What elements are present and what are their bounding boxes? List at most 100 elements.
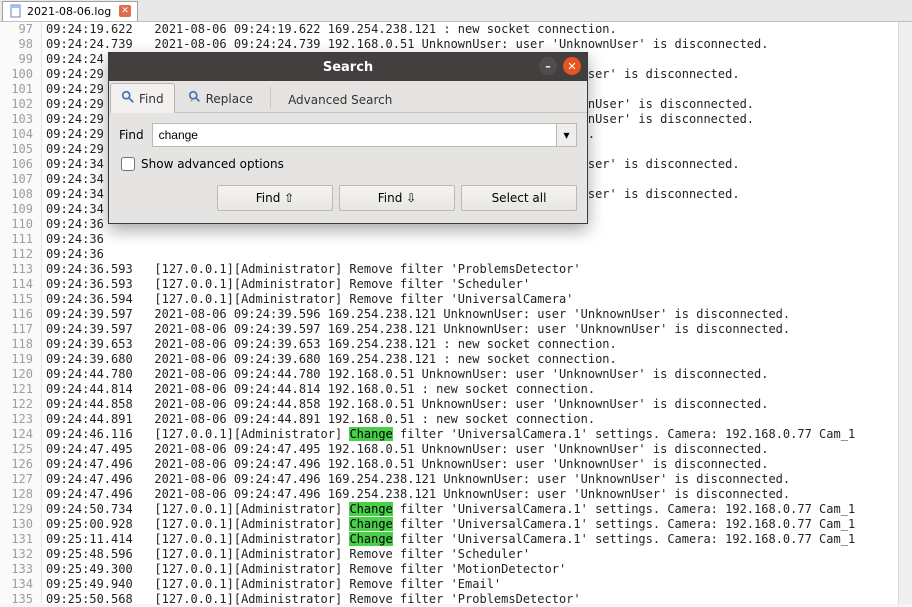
tab-close-icon[interactable]: ✕ xyxy=(119,5,131,17)
code-line[interactable]: 09:24:39.653 2021-08-06 09:24:39.653 169… xyxy=(46,337,912,352)
code-line[interactable]: 09:24:19.622 2021-08-06 09:24:19.622 169… xyxy=(46,22,912,37)
line-number: 100 xyxy=(0,67,33,82)
code-line[interactable]: 09:24:44.891 2021-08-06 09:24:44.891 192… xyxy=(46,412,912,427)
code-line[interactable]: 09:25:11.414 [127.0.0.1][Administrator] … xyxy=(46,532,912,547)
tab-bar: 2021-08-06.log ✕ xyxy=(0,0,912,22)
line-number: 120 xyxy=(0,367,33,382)
find-next-button[interactable]: Find ⇩ xyxy=(339,185,455,211)
line-number: 116 xyxy=(0,307,33,322)
line-number: 129 xyxy=(0,502,33,517)
code-line[interactable]: 09:24:36 xyxy=(46,247,912,262)
code-line[interactable]: 09:24:47.496 2021-08-06 09:24:47.496 169… xyxy=(46,472,912,487)
code-line[interactable]: 09:24:39.597 2021-08-06 09:24:39.597 169… xyxy=(46,322,912,337)
show-advanced-checkbox-row[interactable]: Show advanced options xyxy=(119,157,577,171)
code-line[interactable]: 09:24:36 xyxy=(46,232,912,247)
tab-advanced-search[interactable]: Advanced Search xyxy=(277,86,403,112)
code-line[interactable]: 09:24:36.594 [127.0.0.1][Administrator] … xyxy=(46,292,912,307)
code-line[interactable]: 09:24:47.495 2021-08-06 09:24:47.495 192… xyxy=(46,442,912,457)
code-line[interactable]: 09:24:36.593 [127.0.0.1][Administrator] … xyxy=(46,262,912,277)
line-number: 113 xyxy=(0,262,33,277)
line-number: 109 xyxy=(0,202,33,217)
show-advanced-checkbox[interactable] xyxy=(121,157,135,171)
chevron-down-icon: ▾ xyxy=(563,128,569,142)
search-match: Change xyxy=(349,427,392,441)
line-number: 117 xyxy=(0,322,33,337)
tab-separator xyxy=(270,87,271,108)
code-line[interactable]: 09:25:50.568 [127.0.0.1][Administrator] … xyxy=(46,592,912,607)
line-number: 105 xyxy=(0,142,33,157)
code-line[interactable]: 09:24:39.680 2021-08-06 09:24:39.680 169… xyxy=(46,352,912,367)
search-match: Change xyxy=(349,532,392,546)
file-tab[interactable]: 2021-08-06.log ✕ xyxy=(2,1,138,21)
code-line[interactable]: 09:24:24.739 2021-08-06 09:24:24.739 192… xyxy=(46,37,912,52)
line-number: 130 xyxy=(0,517,33,532)
line-number: 98 xyxy=(0,37,33,52)
gutter: 9798991001011021031041051061071081091101… xyxy=(0,22,42,604)
line-number: 135 xyxy=(0,592,33,607)
line-number: 103 xyxy=(0,112,33,127)
line-number: 128 xyxy=(0,487,33,502)
find-input[interactable] xyxy=(152,123,557,147)
close-icon[interactable]: ✕ xyxy=(563,57,581,75)
find-label: Find xyxy=(119,128,144,142)
code-line[interactable]: 09:25:48.596 [127.0.0.1][Administrator] … xyxy=(46,547,912,562)
tab-advanced-label: Advanced Search xyxy=(288,93,392,107)
tab-replace[interactable]: Replace xyxy=(177,83,264,112)
search-tabs: Find Replace Advanced Search xyxy=(109,81,587,113)
line-number: 132 xyxy=(0,547,33,562)
select-all-button[interactable]: Select all xyxy=(461,185,577,211)
code-line[interactable]: 09:24:46.116 [127.0.0.1][Administrator] … xyxy=(46,427,912,442)
line-number: 106 xyxy=(0,157,33,172)
code-line[interactable]: 09:24:44.858 2021-08-06 09:24:44.858 192… xyxy=(46,397,912,412)
code-line[interactable]: 09:25:49.300 [127.0.0.1][Administrator] … xyxy=(46,562,912,577)
line-number: 102 xyxy=(0,97,33,112)
line-number: 110 xyxy=(0,217,33,232)
file-tab-label: 2021-08-06.log xyxy=(27,5,111,18)
line-number: 112 xyxy=(0,247,33,262)
line-number: 99 xyxy=(0,52,33,67)
code-line[interactable]: 09:24:44.814 2021-08-06 09:24:44.814 192… xyxy=(46,382,912,397)
line-number: 97 xyxy=(0,22,33,37)
line-number: 133 xyxy=(0,562,33,577)
line-number: 131 xyxy=(0,532,33,547)
line-number: 127 xyxy=(0,472,33,487)
search-match: Change xyxy=(349,502,392,516)
line-number: 124 xyxy=(0,427,33,442)
search-dialog: Search – ✕ Find Replace Advanced Search … xyxy=(108,52,588,224)
line-number: 125 xyxy=(0,442,33,457)
line-number: 121 xyxy=(0,382,33,397)
vertical-scrollbar[interactable] xyxy=(898,22,912,604)
code-line[interactable]: 09:24:47.496 2021-08-06 09:24:47.496 192… xyxy=(46,457,912,472)
line-number: 122 xyxy=(0,397,33,412)
code-line[interactable]: 09:24:39.597 2021-08-06 09:24:39.596 169… xyxy=(46,307,912,322)
search-dialog-title: Search xyxy=(323,60,373,75)
search-titlebar[interactable]: Search – ✕ xyxy=(109,53,587,81)
tab-replace-label: Replace xyxy=(206,92,253,106)
line-number: 126 xyxy=(0,457,33,472)
code-line[interactable]: 09:24:47.496 2021-08-06 09:24:47.496 169… xyxy=(46,487,912,502)
find-prev-button[interactable]: Find ⇧ xyxy=(217,185,333,211)
line-number: 101 xyxy=(0,82,33,97)
code-line[interactable]: 09:25:00.928 [127.0.0.1][Administrator] … xyxy=(46,517,912,532)
line-number: 134 xyxy=(0,577,33,592)
tab-find[interactable]: Find xyxy=(110,83,175,113)
code-line[interactable]: 09:24:44.780 2021-08-06 09:24:44.780 192… xyxy=(46,367,912,382)
line-number: 107 xyxy=(0,172,33,187)
code-line[interactable]: 09:24:50.734 [127.0.0.1][Administrator] … xyxy=(46,502,912,517)
line-number: 118 xyxy=(0,337,33,352)
show-advanced-label: Show advanced options xyxy=(141,157,284,171)
magnifier-icon xyxy=(121,90,135,107)
line-number: 123 xyxy=(0,412,33,427)
line-number: 119 xyxy=(0,352,33,367)
code-line[interactable]: 09:24:36.593 [127.0.0.1][Administrator] … xyxy=(46,277,912,292)
line-number: 108 xyxy=(0,187,33,202)
combo-dropdown-button[interactable]: ▾ xyxy=(557,123,577,147)
replace-icon xyxy=(188,90,202,107)
minimize-icon[interactable]: – xyxy=(539,57,557,75)
line-number: 114 xyxy=(0,277,33,292)
file-icon xyxy=(9,4,23,18)
line-number: 111 xyxy=(0,232,33,247)
code-line[interactable]: 09:25:49.940 [127.0.0.1][Administrator] … xyxy=(46,577,912,592)
tab-find-label: Find xyxy=(139,92,164,106)
line-number: 104 xyxy=(0,127,33,142)
